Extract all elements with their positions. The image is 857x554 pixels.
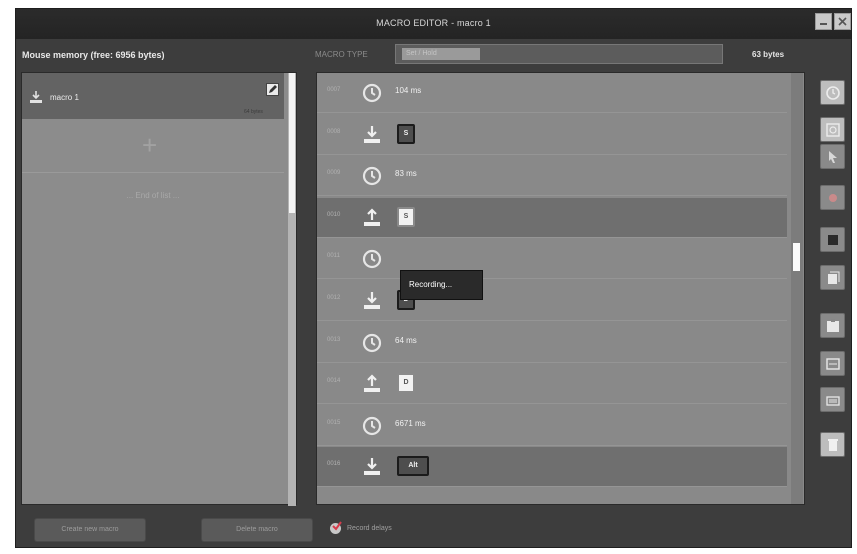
event-index: 0014 [327, 378, 341, 385]
event-row[interactable]: 0016 Alt [317, 447, 787, 488]
event-index: 0009 [327, 170, 341, 177]
record-delays-label: Record delays [347, 525, 392, 532]
record-delays-toggle[interactable]: Record delays [330, 521, 392, 534]
delay-value: 104 ms [395, 86, 422, 95]
key-up-icon [364, 374, 380, 393]
key-down-icon [364, 458, 380, 476]
create-macro-button[interactable]: Create new macro [34, 518, 146, 542]
key-cap: Alt [397, 456, 429, 477]
macro-icon [30, 91, 42, 103]
copy-icon [827, 271, 839, 284]
minimize-icon [820, 23, 827, 25]
key-down-icon [364, 125, 380, 143]
event-list-panel: 0007104 ms0008S000983 ms0010S00110012D00… [316, 72, 805, 505]
paste-button[interactable] [820, 313, 845, 338]
keyboard-icon [825, 395, 840, 406]
clock-icon [825, 85, 840, 100]
event-row[interactable]: 0009 83 ms [317, 156, 787, 197]
end-of-list-label: ... End of list ... [126, 191, 180, 200]
event-row[interactable]: 0007 104 ms [317, 73, 787, 113]
pencil-icon [269, 85, 277, 93]
cursor-button[interactable] [820, 144, 845, 169]
event-row[interactable]: 0015 6671 ms [317, 406, 787, 446]
delete-macro-button[interactable]: Delete macro [201, 518, 313, 542]
event-index: 0010 [327, 211, 341, 218]
clock-icon [362, 250, 382, 269]
event-row[interactable]: 0012D [317, 281, 787, 321]
memory-label: Mouse memory (free: 6956 bytes) [22, 50, 165, 60]
key-cap: S [397, 123, 415, 144]
add-macro-row[interactable]: + [22, 119, 284, 173]
macro-type-select[interactable]: Set / Hold [395, 44, 723, 64]
event-row[interactable]: 0011 [317, 239, 787, 280]
event-list-scroll-thumb[interactable] [793, 243, 800, 271]
macro-type-label: MACRO TYPE [315, 50, 368, 59]
event-row[interactable]: 0010 S [317, 197, 787, 238]
title-bar: MACRO EDITOR - macro 1 [16, 9, 851, 39]
event-index: 0011 [327, 253, 340, 260]
minimize-button[interactable] [815, 13, 832, 30]
insert-clock-icon [825, 122, 840, 137]
edit-icon [825, 357, 840, 370]
window-title: MACRO EDITOR - macro 1 [376, 18, 491, 28]
record-button[interactable] [820, 185, 845, 210]
key-down-icon [364, 292, 380, 309]
macro-list-scrollbar[interactable] [288, 73, 296, 506]
trash-icon [827, 438, 838, 451]
clock-button[interactable] [820, 80, 845, 105]
clock-icon [362, 333, 382, 352]
edit-button[interactable] [820, 351, 845, 376]
plus-icon: + [142, 130, 158, 160]
stop-button[interactable] [820, 227, 845, 252]
key-cap: D [397, 373, 415, 394]
checkmark-icon [332, 521, 342, 531]
record-delays-checkbox[interactable] [330, 521, 342, 534]
clock-icon [362, 167, 382, 186]
event-row[interactable]: 0013 64 ms [317, 323, 787, 363]
rename-macro-button[interactable] [266, 83, 279, 96]
macro-list-panel: macro 1 64 bytes + ... End of list ... [21, 72, 297, 506]
stop-icon [827, 234, 838, 245]
clock-icon [362, 83, 382, 103]
cursor-icon [828, 150, 837, 163]
event-list-scrollbar[interactable] [791, 73, 803, 504]
macro-size-label: 63 bytes [752, 50, 785, 59]
macro-list-scroll-thumb[interactable] [289, 73, 295, 213]
key-cap: S [397, 206, 415, 227]
macro-size: 64 bytes [244, 109, 263, 115]
keyboard-button[interactable] [820, 387, 845, 412]
key-up-icon [364, 208, 380, 226]
close-button[interactable] [834, 13, 851, 30]
trash-button[interactable] [820, 432, 845, 457]
event-row[interactable]: 0008 S [317, 115, 787, 155]
event-index: 0015 [327, 419, 341, 426]
delay-value: 83 ms [395, 169, 417, 179]
recording-tooltip: Recording... [400, 270, 483, 300]
event-index: 0007 [327, 87, 341, 93]
close-icon [838, 17, 847, 26]
record-icon [828, 193, 837, 202]
event-index: 0012 [327, 295, 341, 301]
paste-icon [826, 318, 839, 332]
macro-list-item[interactable]: macro 1 64 bytes [22, 73, 284, 119]
insert-clock-button[interactable] [820, 117, 845, 142]
macro-type-value: Set / Hold [402, 48, 480, 60]
event-index: 0013 [327, 336, 341, 343]
delay-value: 6671 ms [395, 418, 426, 428]
event-index: 0016 [327, 461, 341, 468]
event-index: 0008 [327, 128, 341, 135]
copy-button[interactable] [820, 265, 845, 290]
clock-icon [362, 416, 382, 435]
event-row[interactable]: 0014 D [317, 364, 787, 405]
macro-name: macro 1 [50, 93, 79, 102]
delay-value: 64 ms [395, 335, 417, 345]
